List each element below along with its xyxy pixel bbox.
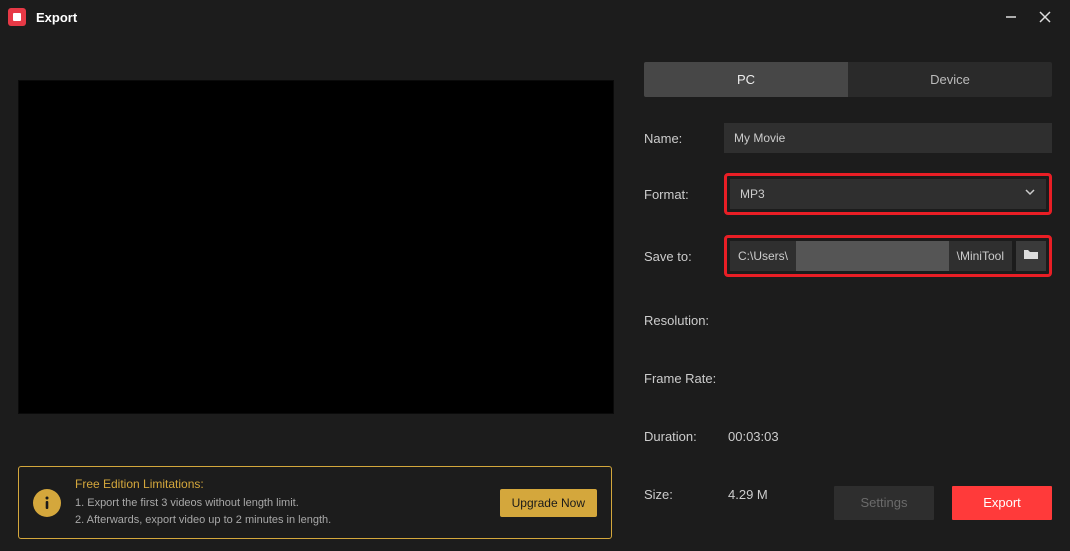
limitations-notice: Free Edition Limitations: 1. Export the … bbox=[18, 466, 612, 539]
save-to-row: Save to: C:\Users\ \MiniTool bbox=[644, 235, 1052, 277]
limitations-title: Free Edition Limitations: bbox=[75, 477, 486, 491]
format-label: Format: bbox=[644, 187, 724, 202]
format-value: MP3 bbox=[740, 187, 765, 201]
resolution-row: Resolution: bbox=[644, 305, 1052, 335]
tab-pc[interactable]: PC bbox=[644, 62, 848, 97]
right-pane: PC Device Name: Format: MP3 Save to: bbox=[620, 42, 1052, 468]
titlebar: Export bbox=[0, 0, 1070, 34]
duration-value: 00:03:03 bbox=[724, 429, 779, 444]
format-row: Format: MP3 bbox=[644, 173, 1052, 215]
upgrade-button[interactable]: Upgrade Now bbox=[500, 489, 597, 517]
duration-label: Duration: bbox=[644, 429, 724, 444]
format-select[interactable]: MP3 bbox=[730, 179, 1046, 209]
bottom-bar: Free Edition Limitations: 1. Export the … bbox=[18, 466, 1052, 539]
frame-rate-row: Frame Rate: bbox=[644, 363, 1052, 393]
name-input[interactable] bbox=[724, 123, 1052, 153]
minimize-button[interactable] bbox=[994, 0, 1028, 34]
limitations-line-1: 1. Export the first 3 videos without len… bbox=[75, 495, 486, 512]
duration-row: Duration: 00:03:03 bbox=[644, 421, 1052, 451]
tab-device[interactable]: Device bbox=[848, 62, 1052, 97]
name-row: Name: bbox=[644, 123, 1052, 153]
save-path-input[interactable]: C:\Users\ \MiniTool bbox=[730, 241, 1012, 271]
name-label: Name: bbox=[644, 131, 724, 146]
info-icon bbox=[33, 489, 61, 517]
resolution-label: Resolution: bbox=[644, 313, 724, 328]
frame-rate-label: Frame Rate: bbox=[644, 371, 734, 386]
save-path-redacted bbox=[796, 241, 949, 271]
limitations-text: Free Edition Limitations: 1. Export the … bbox=[75, 477, 486, 528]
left-pane bbox=[18, 80, 620, 468]
main-content: PC Device Name: Format: MP3 Save to: bbox=[0, 34, 1070, 468]
export-button[interactable]: Export bbox=[952, 486, 1052, 520]
save-to-label: Save to: bbox=[644, 249, 724, 264]
save-path-suffix: \MiniTool bbox=[949, 241, 1012, 271]
output-tabs: PC Device bbox=[644, 62, 1052, 97]
window-title: Export bbox=[36, 10, 77, 25]
settings-button[interactable]: Settings bbox=[834, 486, 934, 520]
close-button[interactable] bbox=[1028, 0, 1062, 34]
chevron-down-icon bbox=[1024, 185, 1036, 203]
app-icon bbox=[8, 8, 26, 26]
limitations-line-2: 2. Afterwards, export video up to 2 minu… bbox=[75, 512, 486, 529]
browse-folder-button[interactable] bbox=[1016, 241, 1046, 271]
folder-icon bbox=[1023, 247, 1039, 266]
video-preview bbox=[18, 80, 614, 414]
save-path-prefix: C:\Users\ bbox=[730, 241, 796, 271]
